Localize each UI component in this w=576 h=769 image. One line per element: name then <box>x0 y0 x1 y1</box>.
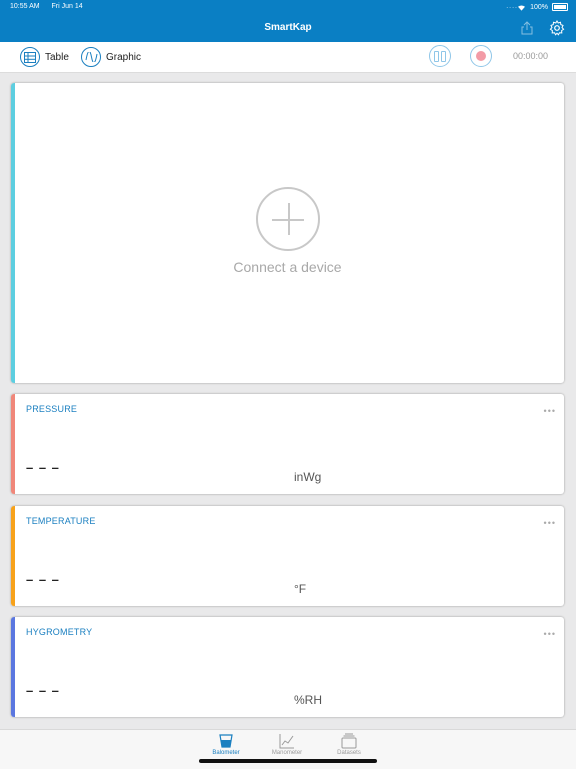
table-icon <box>20 47 40 67</box>
wifi-icon <box>518 4 526 11</box>
sine-wave-icon <box>81 47 101 67</box>
share-icon[interactable] <box>521 21 533 35</box>
status-bar-right: 100% <box>517 3 568 11</box>
pause-icon-bar <box>434 50 439 62</box>
graphic-view-label: Graphic <box>106 51 142 63</box>
folder-stack-icon <box>341 733 357 749</box>
status-date: Fri Jun 14 <box>51 3 83 10</box>
battery-percent: 100% <box>530 3 548 11</box>
connect-device-label: Connect a device <box>233 259 342 275</box>
measurement-unit: inWg <box>294 470 322 484</box>
more-options-icon[interactable]: ••• <box>544 629 556 639</box>
status-time: 10:55 AM <box>10 3 40 10</box>
graphic-view-button[interactable]: Graphic <box>81 45 141 69</box>
tab-label: Datasets <box>337 750 361 756</box>
tab-manometer[interactable]: Manometer <box>264 733 310 756</box>
card-accent-stripe <box>11 617 15 717</box>
more-options-icon[interactable]: ••• <box>544 406 556 416</box>
pause-icon-bar <box>441 50 446 62</box>
card-title: TEMPERATURE <box>26 516 96 526</box>
tab-balometer[interactable]: Balometer <box>203 733 249 756</box>
measurement-unit: %RH <box>294 693 323 707</box>
recording-timer: 00:00:00 <box>513 51 549 61</box>
table-view-label: Table <box>45 51 69 63</box>
device-card: Connect a device <box>11 83 564 383</box>
app-title: SmartKap <box>264 22 312 33</box>
bottom-tab-bar: Balometer Manometer Datasets <box>0 729 576 769</box>
measurement-value: – – – <box>26 460 60 475</box>
pressure-card: PRESSURE ••• – – – inWg <box>11 394 564 494</box>
connect-device-button[interactable]: Connect a device <box>11 187 564 275</box>
tab-datasets[interactable]: Datasets <box>326 733 372 756</box>
card-title: HYGROMETRY <box>26 627 93 637</box>
pause-button[interactable] <box>429 45 451 67</box>
status-bar-left: 10:55 AM Fri Jun 14 <box>10 3 93 10</box>
balometer-icon <box>219 734 233 748</box>
app-header: 10:55 AM Fri Jun 14 .... 100% SmartKap <box>0 0 576 42</box>
table-view-button[interactable]: Table <box>20 45 69 69</box>
temperature-card: TEMPERATURE ••• – – – °F <box>11 506 564 606</box>
more-options-icon[interactable]: ••• <box>544 518 556 528</box>
tab-label: Balometer <box>212 750 240 756</box>
record-icon <box>476 51 486 61</box>
record-button[interactable] <box>470 45 492 67</box>
home-indicator[interactable] <box>199 759 377 763</box>
gear-icon[interactable] <box>549 20 565 36</box>
measurement-value: – – – <box>26 683 60 698</box>
card-title: PRESSURE <box>26 404 78 414</box>
line-chart-icon <box>279 734 294 749</box>
hygrometry-card: HYGROMETRY ••• – – – %RH <box>11 617 564 717</box>
measurement-value: – – – <box>26 572 60 587</box>
tab-label: Manometer <box>271 750 303 756</box>
card-accent-stripe <box>11 506 15 606</box>
plus-circle-icon <box>255 187 320 251</box>
measurement-unit: °F <box>294 582 307 596</box>
card-accent-stripe <box>11 394 15 494</box>
battery-icon <box>552 3 568 11</box>
